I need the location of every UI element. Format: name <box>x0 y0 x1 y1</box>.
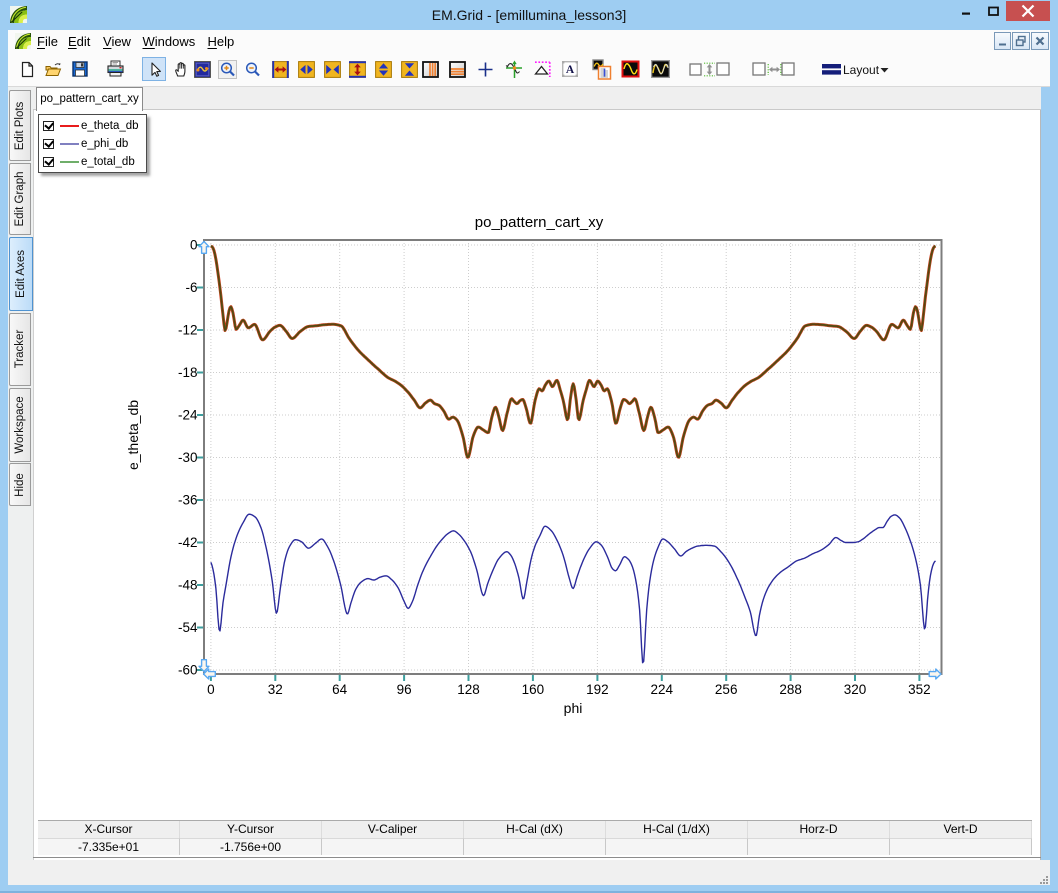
svg-text:e_theta_db: e_theta_db <box>125 400 141 470</box>
svg-text:128: 128 <box>457 682 480 697</box>
svg-text:-54: -54 <box>178 620 198 635</box>
svg-text:-24: -24 <box>178 408 198 423</box>
svg-text:256: 256 <box>715 682 738 697</box>
svg-text:0: 0 <box>207 682 215 697</box>
svg-text:320: 320 <box>844 682 867 697</box>
svg-text:64: 64 <box>332 682 348 697</box>
svg-text:288: 288 <box>779 682 802 697</box>
svg-text:-36: -36 <box>178 493 198 508</box>
svg-text:352: 352 <box>908 682 931 697</box>
svg-text:224: 224 <box>651 682 674 697</box>
svg-text:-18: -18 <box>178 365 198 380</box>
svg-text:0: 0 <box>190 238 198 253</box>
svg-text:-30: -30 <box>178 450 198 465</box>
svg-text:po_pattern_cart_xy: po_pattern_cart_xy <box>475 214 604 231</box>
svg-text:-48: -48 <box>178 578 198 593</box>
svg-text:192: 192 <box>586 682 609 697</box>
svg-text:phi: phi <box>564 700 583 716</box>
svg-text:-60: -60 <box>178 663 198 678</box>
svg-text:96: 96 <box>397 682 412 697</box>
svg-text:32: 32 <box>268 682 283 697</box>
svg-text:-6: -6 <box>185 280 197 295</box>
svg-text:-12: -12 <box>178 323 198 338</box>
svg-text:-42: -42 <box>178 535 198 550</box>
svg-text:A: A <box>566 64 575 76</box>
svg-text:160: 160 <box>522 682 545 697</box>
